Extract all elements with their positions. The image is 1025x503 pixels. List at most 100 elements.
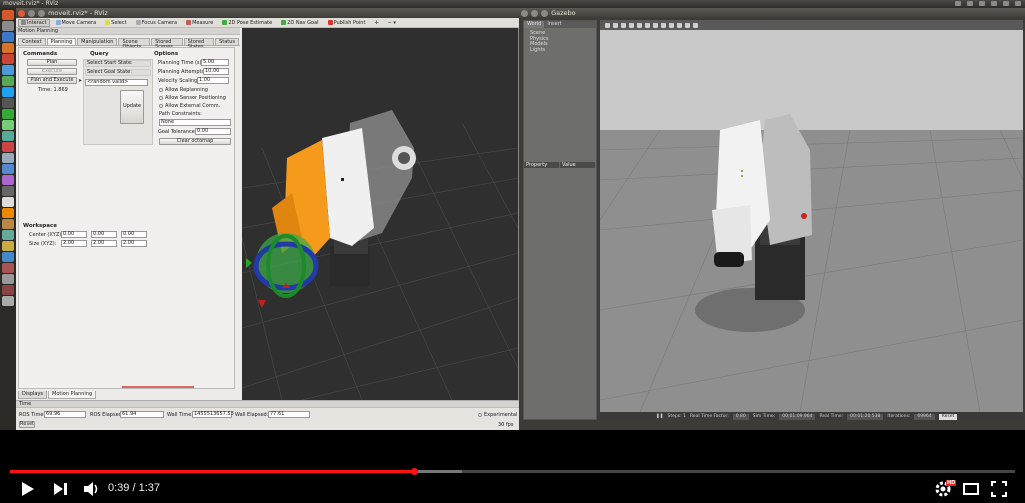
size-x-field[interactable]: 2.00 <box>61 240 87 247</box>
chat-icon[interactable] <box>2 131 14 141</box>
remove-tool-button[interactable]: − ▾ <box>385 19 399 27</box>
next-icon[interactable] <box>52 480 70 498</box>
tab-stored-scenes[interactable]: Stored Scenes <box>151 38 183 50</box>
plan-execute-button[interactable]: Plan and Execute <box>27 77 77 84</box>
ubuntu-dash-icon[interactable] <box>2 10 14 20</box>
maximize-icon[interactable] <box>541 9 548 17</box>
goal-state-select[interactable]: <random valid> <box>85 79 148 86</box>
volume-icon[interactable] <box>991 1 997 6</box>
planning-time-field[interactable]: 5.00 <box>201 59 229 66</box>
splitter-handle[interactable] <box>122 386 194 388</box>
publish-point-tool[interactable]: Publish Point <box>325 19 369 27</box>
editor-icon[interactable] <box>2 175 14 185</box>
twitter-icon[interactable] <box>2 87 14 97</box>
sensor-checkbox[interactable]: Allow Sensor Positioning <box>159 95 226 101</box>
goal-state-label[interactable]: Select Goal State: <box>85 69 151 76</box>
robot-icon[interactable] <box>2 263 14 273</box>
tool-icon[interactable] <box>2 230 14 240</box>
firefox-icon[interactable] <box>2 43 14 53</box>
world-item-lights[interactable]: Lights <box>530 47 590 54</box>
replanning-checkbox[interactable]: Allow Replanning <box>159 87 208 93</box>
execute-button[interactable]: Execute <box>27 68 77 75</box>
maximize-icon[interactable] <box>38 9 45 17</box>
play-icon[interactable] <box>20 480 36 498</box>
move-camera-tool[interactable]: Move Camera <box>53 19 100 27</box>
select-tool[interactable]: Select <box>102 19 129 27</box>
monitor-icon[interactable] <box>2 153 14 163</box>
settings-icon[interactable] <box>2 142 14 152</box>
size-y-field[interactable]: 2.00 <box>91 240 117 247</box>
plan-button[interactable]: Plan <box>27 59 77 66</box>
reset-world-button[interactable]: Reset <box>938 413 958 420</box>
camera-icon[interactable] <box>2 186 14 196</box>
tab-displays[interactable]: Displays <box>18 391 48 399</box>
close-icon[interactable] <box>521 9 528 17</box>
mail-icon[interactable] <box>955 1 961 6</box>
scrubber-handle[interactable] <box>411 468 418 475</box>
minimize-icon[interactable] <box>531 9 538 17</box>
pause-icon[interactable]: ❚❚ <box>656 412 664 420</box>
progress-bar[interactable] <box>10 468 1015 475</box>
battery-icon[interactable] <box>979 1 985 6</box>
attempts-field[interactable]: 10.00 <box>203 68 229 75</box>
tab-scene-objects[interactable]: Scene Objects <box>118 38 151 50</box>
interact-tool[interactable]: Interact <box>18 18 50 27</box>
center-z-field[interactable]: 0.00 <box>121 231 147 238</box>
screenshot-icon[interactable] <box>693 22 698 28</box>
volume-icon[interactable] <box>82 480 100 498</box>
minimize-icon[interactable] <box>28 9 35 17</box>
point-light-icon[interactable] <box>669 22 674 28</box>
browser-icon[interactable] <box>2 32 14 42</box>
size-z-field[interactable]: 2.00 <box>121 240 147 247</box>
box-shape-icon[interactable] <box>645 22 650 28</box>
rotate-mode-icon[interactable] <box>621 22 626 28</box>
tab-context[interactable]: Context <box>18 38 46 45</box>
experimental-checkbox[interactable]: Experimental <box>478 412 517 418</box>
external-checkbox[interactable]: Allow External Comm. <box>159 103 220 109</box>
tab-manipulation[interactable]: Manipulation <box>77 38 118 45</box>
path-constraints-select[interactable]: None <box>159 119 231 126</box>
package-icon[interactable] <box>2 219 14 229</box>
undo-icon[interactable] <box>637 22 642 28</box>
close-icon[interactable] <box>18 9 25 17</box>
select-mode-icon[interactable] <box>605 22 610 28</box>
calc-icon[interactable] <box>2 120 14 130</box>
vscode-icon[interactable] <box>2 164 14 174</box>
tab-motion-planning[interactable]: Motion Planning <box>48 391 97 399</box>
reset-time-button[interactable]: Reset <box>19 421 35 428</box>
pose-estimate-tool[interactable]: 2D Pose Estimate <box>219 19 275 27</box>
terminal-icon[interactable] <box>2 98 14 108</box>
tab-planning[interactable]: Planning <box>46 38 77 45</box>
center-y-field[interactable]: 0.00 <box>91 231 117 238</box>
start-state-label[interactable]: Select Start State: <box>85 60 151 67</box>
trash-icon[interactable] <box>2 296 14 306</box>
theater-mode-icon[interactable] <box>962 480 980 498</box>
gedit-icon[interactable] <box>2 241 14 251</box>
tab-stored-states[interactable]: Stored States <box>183 38 215 50</box>
files-icon[interactable] <box>2 21 14 31</box>
clear-octomap-button[interactable]: Clear octomap <box>159 138 231 145</box>
chrome-icon[interactable] <box>2 54 14 64</box>
network-icon[interactable] <box>967 1 973 6</box>
libreoffice-icon[interactable] <box>2 76 14 86</box>
disk-icon[interactable] <box>2 197 14 207</box>
center-x-field[interactable]: 0.00 <box>61 231 87 238</box>
focus-camera-tool[interactable]: Focus Camera <box>133 19 181 27</box>
tab-insert[interactable]: Insert <box>544 21 564 28</box>
tab-status[interactable]: Status <box>215 38 240 45</box>
update-button[interactable]: Update <box>120 90 144 124</box>
add-tool-button[interactable]: ✛ <box>371 19 381 27</box>
info-icon[interactable] <box>2 252 14 262</box>
clock-icon[interactable] <box>1003 1 1009 6</box>
directional-light-icon[interactable] <box>685 22 690 28</box>
scale-mode-icon[interactable] <box>629 22 634 28</box>
cylinder-shape-icon[interactable] <box>661 22 666 28</box>
sphere-shape-icon[interactable] <box>653 22 658 28</box>
translate-mode-icon[interactable] <box>613 22 618 28</box>
spreadsheet-icon[interactable] <box>2 109 14 119</box>
fullscreen-icon[interactable] <box>990 480 1008 498</box>
workspace-icon[interactable] <box>2 274 14 284</box>
nav-goal-tool[interactable]: 2D Nav Goal <box>278 19 321 27</box>
gazebo-3d-view[interactable]: ❚❚ Steps: 1 Real Time Factor: 0.80 Sim T… <box>600 20 1023 420</box>
vlc-icon[interactable] <box>2 208 14 218</box>
